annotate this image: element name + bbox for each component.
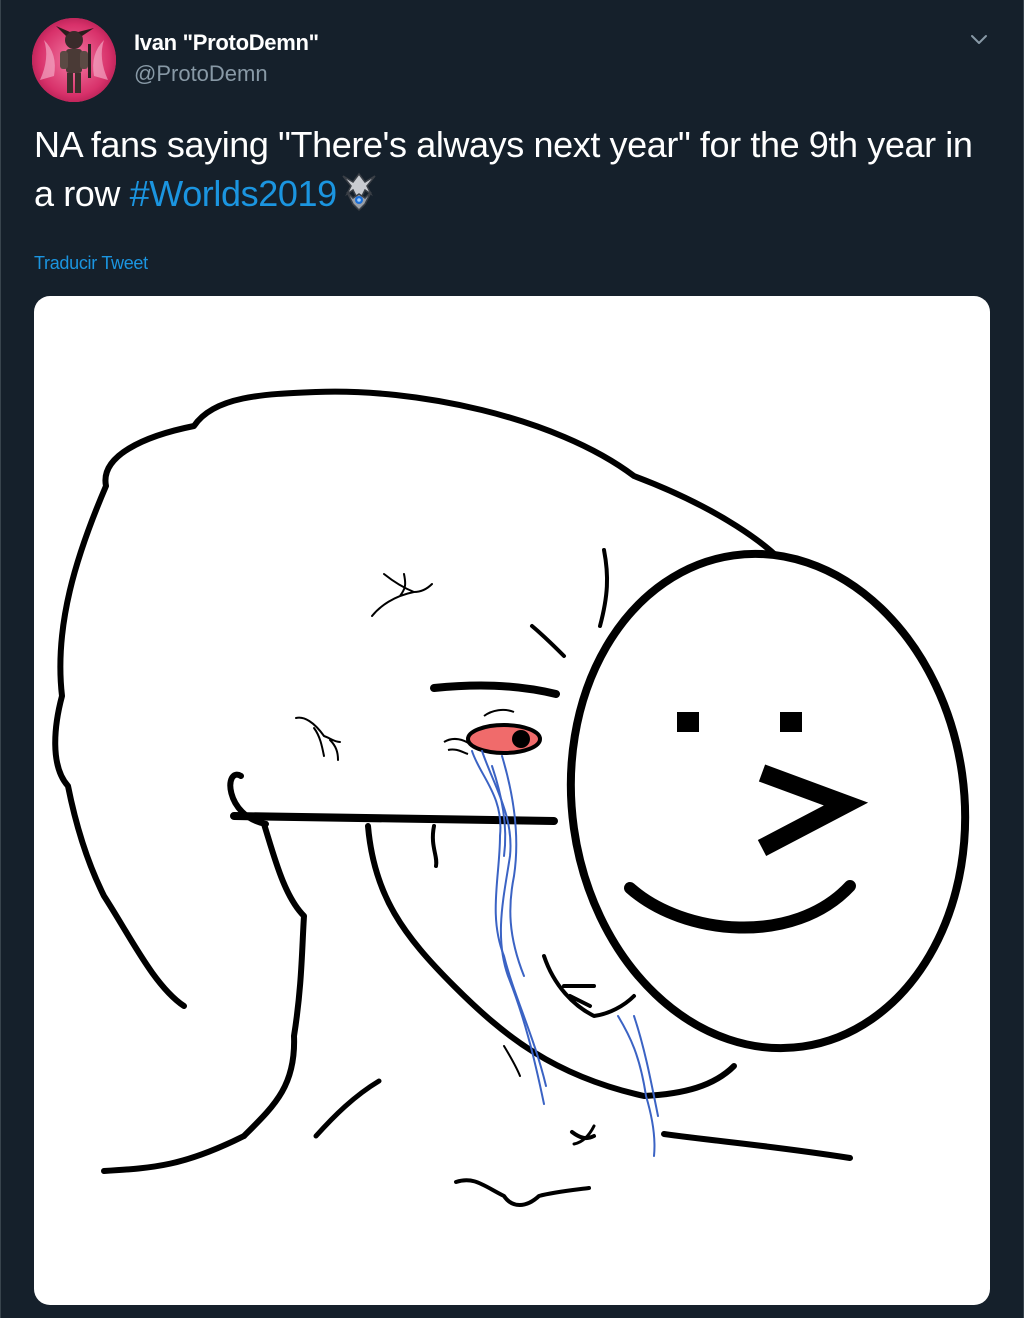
worlds-trophy-icon — [337, 172, 381, 212]
translate-tweet-link[interactable]: Traducir Tweet — [34, 253, 148, 274]
avatar[interactable] — [32, 18, 116, 102]
crying-wojak-smiley-mask-meme — [52, 388, 970, 1207]
avatar-image — [32, 18, 116, 102]
author-display-name[interactable]: Ivan "ProtoDemn" — [134, 30, 319, 56]
author-handle[interactable]: @ProtoDemn — [134, 61, 268, 87]
tweet-media-image[interactable] — [34, 296, 990, 1305]
tweet-card: Ivan "ProtoDemn" @ProtoDemn NA fans sayi… — [0, 0, 1024, 1318]
tweet-text: NA fans saying "There's always next year… — [34, 120, 974, 218]
tweet-menu-button[interactable] — [963, 26, 995, 54]
hashtag-link[interactable]: #Worlds2019 — [130, 173, 337, 214]
chevron-down-icon — [971, 35, 987, 44]
